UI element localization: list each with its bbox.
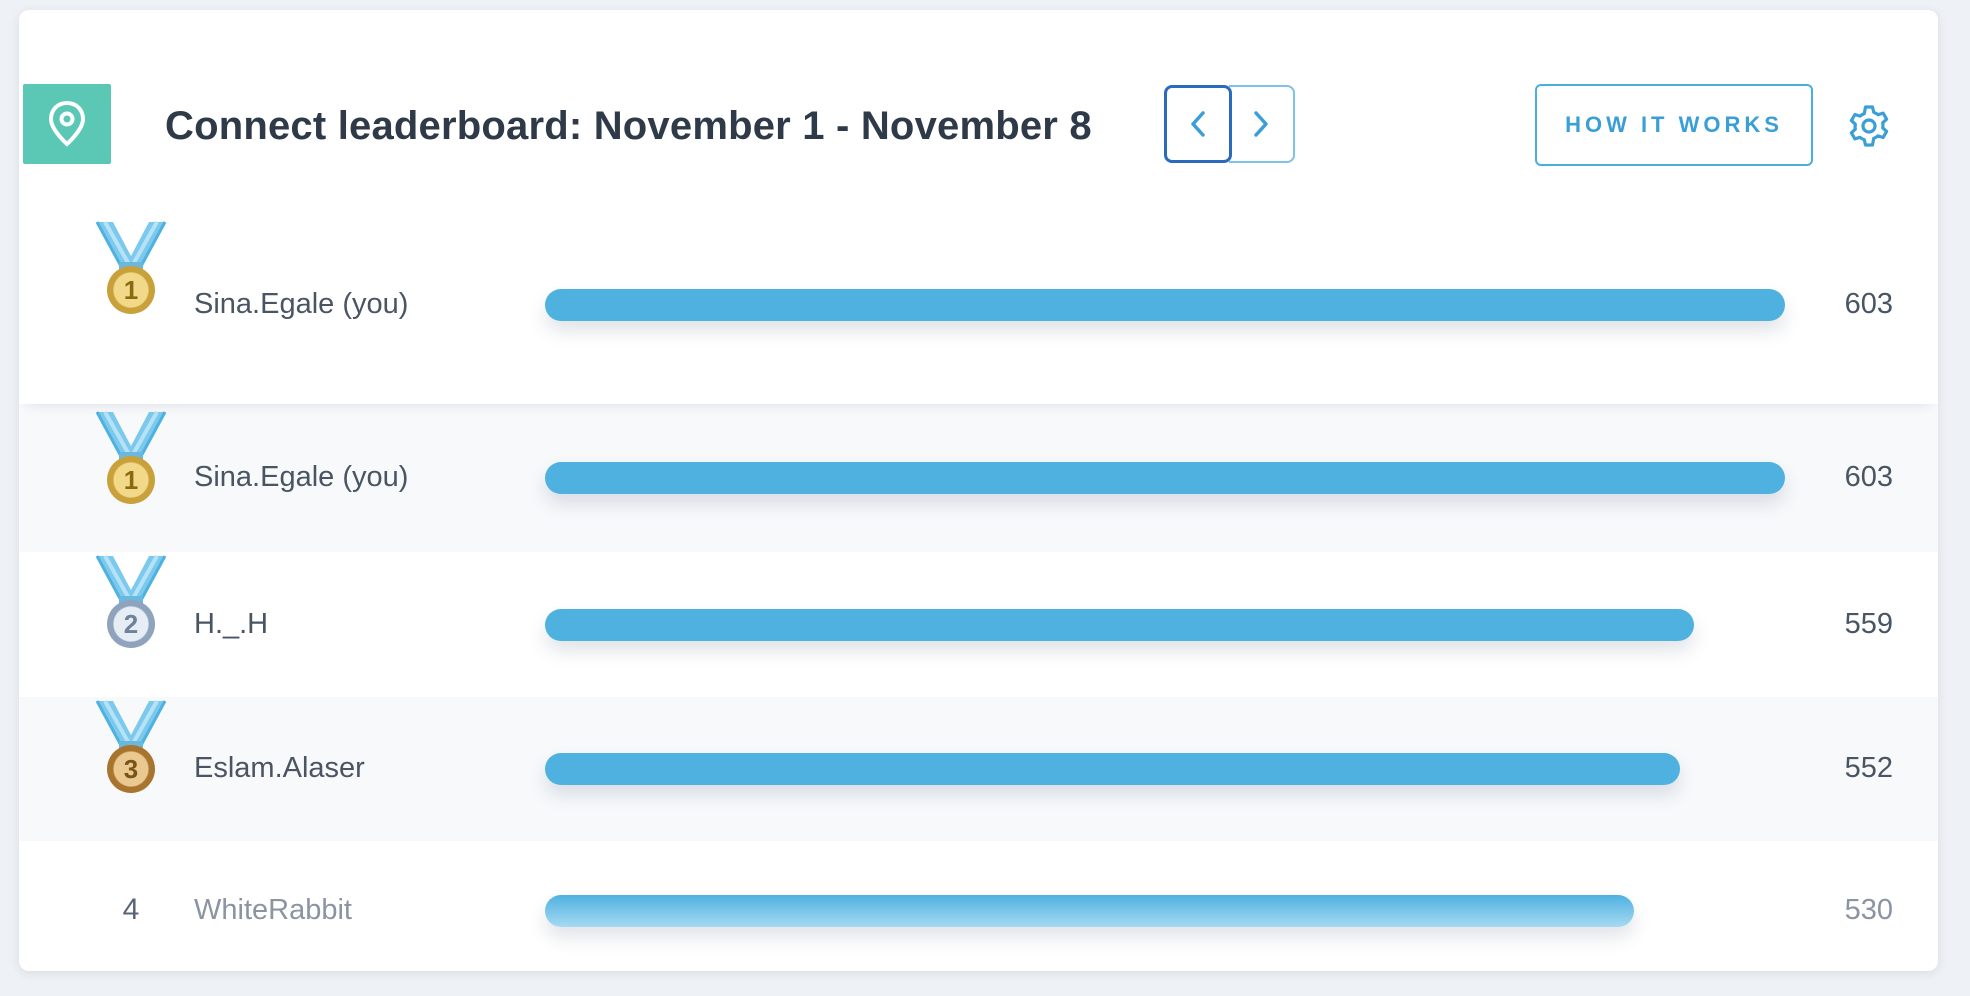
score-value: 603	[1844, 288, 1893, 320]
username[interactable]: H._.H	[194, 608, 268, 641]
score-bar-track	[545, 462, 1785, 494]
medal-rank-number: 1	[123, 275, 139, 305]
leaderboard-card: Connect leaderboard: November 1 - Novemb…	[19, 10, 1938, 971]
gold-medal: 1	[83, 408, 179, 518]
score-bar	[545, 289, 1785, 321]
silver-medal: 2	[83, 552, 179, 662]
score-bar	[545, 753, 1680, 785]
score-bar	[545, 462, 1785, 494]
score-value: 530	[1844, 894, 1893, 926]
location-pin-badge	[23, 84, 111, 164]
chevron-left-icon	[1191, 111, 1205, 137]
leaderboard-row[interactable]: 3 Eslam.Alaser 552	[19, 697, 1938, 841]
leaderboard-row[interactable]: 1 Sina.Egale (you) 603	[19, 206, 1938, 404]
leaderboard-row[interactable]: 1 Sina.Egale (you) 603	[19, 404, 1938, 552]
location-pin-icon	[48, 100, 86, 147]
score-bar	[545, 608, 1695, 641]
score-bar-track	[545, 895, 1785, 927]
next-week-button[interactable]	[1229, 85, 1295, 163]
score-bar	[545, 895, 1634, 927]
username[interactable]: WhiteRabbit	[194, 894, 352, 927]
score-bar-track	[545, 753, 1785, 785]
score-value: 559	[1844, 607, 1893, 640]
previous-week-button[interactable]	[1164, 85, 1232, 163]
medal-icon	[95, 221, 167, 314]
medal-rank-number: 1	[123, 465, 139, 495]
username[interactable]: Sina.Egale (you)	[194, 461, 408, 494]
rank-number: 4	[122, 893, 140, 926]
bronze-medal: 3	[83, 697, 179, 807]
chevron-right-icon	[1254, 111, 1268, 137]
medal-rank-number: 3	[123, 754, 139, 784]
how-it-works-button[interactable]: HOW IT WORKS	[1535, 84, 1813, 166]
score-value: 552	[1844, 752, 1893, 784]
week-navigation	[1164, 85, 1295, 163]
leaderboard-row[interactable]: 4 WhiteRabbit 530	[19, 841, 1938, 971]
leaderboard-row[interactable]: 2 H._.H 559	[19, 552, 1938, 697]
medal-rank-number: 2	[123, 609, 139, 639]
gear-icon	[1849, 105, 1889, 147]
settings-button[interactable]	[1846, 103, 1892, 149]
score-bar-track	[545, 289, 1785, 321]
medal-icon	[95, 411, 167, 504]
medal-icon	[95, 555, 167, 648]
medal-icon	[95, 700, 167, 793]
gold-medal: 1	[83, 218, 179, 328]
score-bar-track	[545, 608, 1785, 641]
username[interactable]: Sina.Egale (you)	[194, 288, 408, 321]
score-value: 603	[1844, 461, 1893, 493]
username[interactable]: Eslam.Alaser	[194, 752, 365, 785]
page-title: Connect leaderboard: November 1 - Novemb…	[165, 104, 1092, 148]
